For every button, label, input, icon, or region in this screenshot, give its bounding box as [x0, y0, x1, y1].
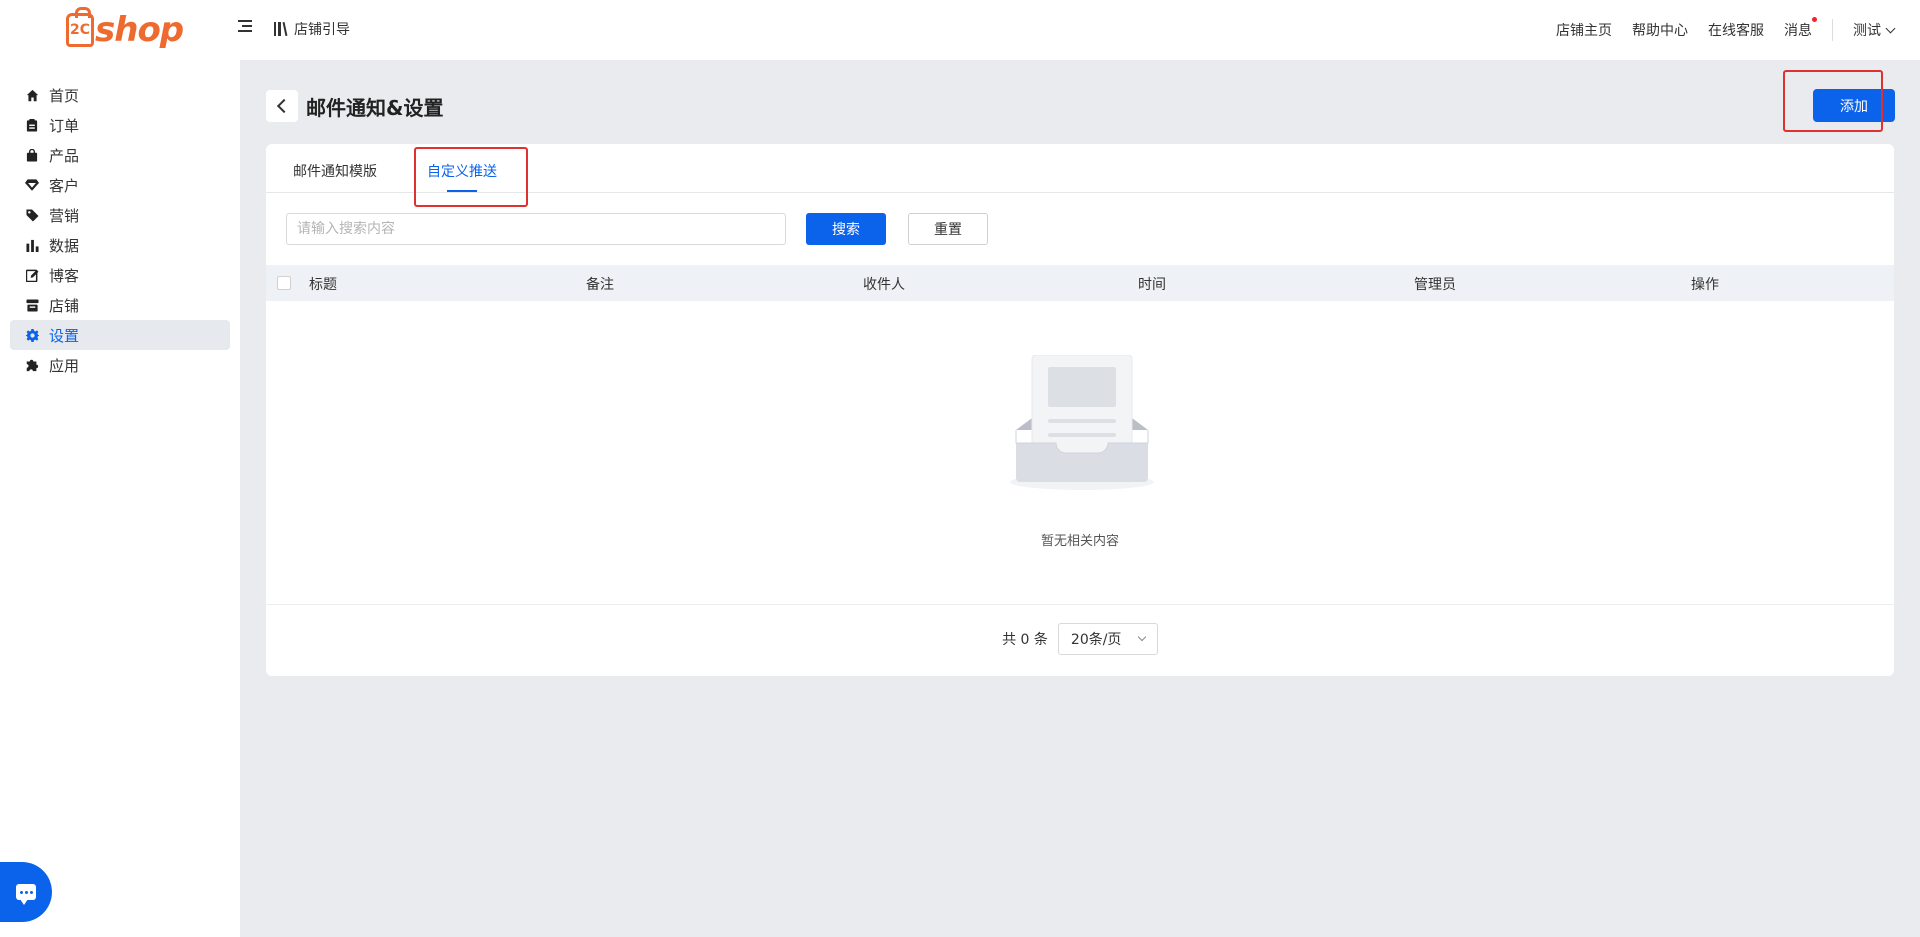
page-size-value: 20条/页 [1070, 632, 1122, 648]
chevron-down-icon [1885, 23, 1896, 33]
store-icon [25, 298, 39, 312]
messages-label: 消息 [1784, 23, 1812, 39]
select-all-checkbox[interactable] [277, 276, 291, 290]
page-header: 邮件通知&设置 [266, 90, 443, 122]
sidebar-item-store[interactable]: 店铺 [10, 290, 230, 320]
top-header: 2C shop 店铺引导 店铺主页 帮助中心 在线客服 消息 测试 [0, 0, 1920, 60]
divider [1832, 19, 1833, 41]
chevron-left-icon [276, 98, 292, 114]
search-bar: 搜索 重置 [286, 213, 988, 245]
search-button[interactable]: 搜索 [806, 213, 886, 245]
store-guide-label: 店铺引导 [294, 22, 350, 38]
total-count: 共 0 条 [1002, 632, 1048, 648]
chat-icon [16, 884, 36, 905]
column-header-remark: 备注 [586, 277, 614, 293]
online-service-link[interactable]: 在线客服 [1708, 20, 1764, 40]
help-center-link[interactable]: 帮助中心 [1632, 20, 1688, 40]
gem-icon [25, 178, 39, 192]
empty-state-text: 暂无相关内容 [1040, 534, 1119, 549]
sidebar-item-label: 博客 [49, 266, 80, 285]
top-links: 店铺主页 帮助中心 在线客服 消息 测试 [1536, 0, 1896, 60]
sidebar-item-label: 店铺 [49, 296, 80, 315]
sidebar-item-label: 客户 [49, 176, 80, 195]
sidebar-item-label: 订单 [49, 116, 80, 135]
content-card: 邮件通知模版 自定义推送 搜索 重置 标题 备注 收件人 时间 管理员 操作 暂… [266, 144, 1894, 676]
clipboard-icon [25, 118, 39, 132]
sidebar-item-home[interactable]: 首页 [10, 80, 230, 110]
store-guide-link[interactable]: 店铺引导 [274, 19, 350, 39]
user-name: 测试 [1853, 23, 1881, 39]
column-header-admin: 管理员 [1414, 277, 1456, 293]
sidebar-item-marketing[interactable]: 营销 [10, 200, 230, 230]
logo-bag-icon: 2C [66, 7, 94, 47]
sidebar-item-data[interactable]: 数据 [10, 230, 230, 260]
puzzle-icon [25, 358, 39, 372]
page-size-select[interactable]: 20条/页 [1057, 623, 1158, 655]
active-tab-indicator [447, 190, 477, 192]
edit-icon [25, 268, 39, 282]
sidebar: 首页 订单 产品 客户 营销 数据 博客 店铺 设置 应用 [0, 60, 240, 937]
back-button[interactable] [266, 90, 298, 122]
bag-icon [25, 148, 39, 162]
store-home-link[interactable]: 店铺主页 [1556, 20, 1612, 40]
tab-email-templates[interactable]: 邮件通知模版 [293, 161, 377, 181]
column-header-recipient: 收件人 [863, 277, 905, 293]
reset-button[interactable]: 重置 [908, 213, 988, 245]
sidebar-item-blog[interactable]: 博客 [10, 260, 230, 290]
menu-toggle-icon[interactable] [238, 20, 254, 36]
sidebar-item-apps[interactable]: 应用 [10, 350, 230, 380]
column-header-actions: 操作 [1691, 277, 1719, 293]
table-header: 标题 备注 收件人 时间 管理员 操作 [266, 265, 1894, 301]
sidebar-item-label: 数据 [49, 236, 80, 255]
sidebar-item-label: 首页 [49, 86, 80, 105]
unread-dot [1812, 17, 1817, 22]
user-menu[interactable]: 测试 [1853, 20, 1896, 40]
sidebar-item-products[interactable]: 产品 [10, 140, 230, 170]
bar-chart-icon [25, 238, 39, 252]
column-header-title: 标题 [309, 277, 337, 293]
pagination: 共 0 条 20条/页 [266, 614, 1894, 664]
sidebar-item-settings[interactable]: 设置 [10, 320, 230, 350]
gear-icon [25, 328, 39, 342]
books-icon [274, 21, 288, 37]
messages-link[interactable]: 消息 [1784, 17, 1817, 40]
column-header-time: 时间 [1138, 277, 1166, 293]
search-input[interactable] [286, 213, 786, 245]
sidebar-item-orders[interactable]: 订单 [10, 110, 230, 140]
sidebar-item-label: 应用 [49, 356, 80, 375]
page-title: 邮件通知&设置 [306, 95, 444, 120]
empty-inbox-icon [1010, 355, 1154, 490]
tab-bar: 邮件通知模版 自定义推送 [266, 144, 1894, 193]
logo[interactable]: 2C shop [66, 7, 184, 50]
home-icon [25, 88, 39, 102]
sidebar-item-label: 产品 [49, 146, 80, 165]
sidebar-item-label: 设置 [49, 326, 80, 345]
tag-icon [25, 208, 39, 222]
tab-custom-push[interactable]: 自定义推送 [427, 161, 497, 181]
empty-state: 暂无相关内容 [266, 301, 1894, 605]
chevron-down-icon [1137, 632, 1147, 642]
logo-text: shop [95, 10, 184, 50]
sidebar-item-customers[interactable]: 客户 [10, 170, 230, 200]
logo-mark-text: 2C [69, 22, 90, 38]
add-button[interactable]: 添加 [1813, 89, 1895, 122]
sidebar-item-label: 营销 [49, 206, 80, 225]
